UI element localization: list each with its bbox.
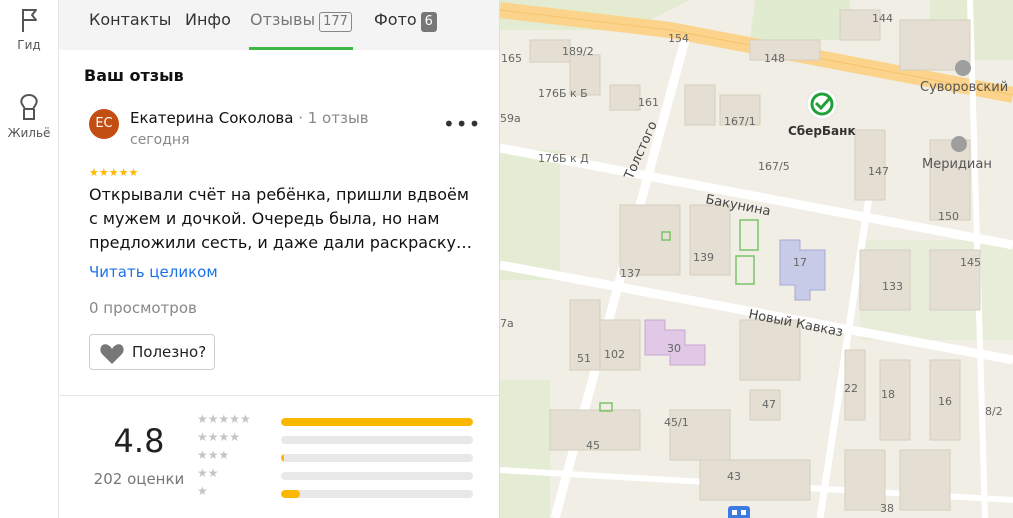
- house-number: 133: [882, 280, 903, 293]
- active-tab-indicator: [249, 47, 353, 50]
- review-author: Екатерина Соколова · 1 отзыв: [130, 109, 369, 127]
- rating-bar-fill: [281, 490, 300, 498]
- review-date: сегодня: [130, 132, 190, 148]
- read-more-link[interactable]: Читать целиком: [89, 263, 218, 281]
- house-number: 145: [960, 256, 981, 269]
- rating-bar-stars: ★★★: [197, 448, 230, 462]
- poi-label-meridian: Меридиан: [922, 157, 992, 172]
- heart-icon: [100, 344, 124, 364]
- house-number: 17: [793, 256, 807, 269]
- poi-label-sberbank: СберБанк: [788, 124, 856, 138]
- rating-count: 202 оценки: [93, 470, 185, 488]
- author-review-count: · 1 отзыв: [298, 109, 369, 127]
- house-number: 38: [880, 502, 894, 515]
- rating-bar-stars: ★★★★★: [197, 412, 251, 426]
- house-number: 43: [727, 470, 741, 483]
- rail-item-label: Жильё: [7, 126, 51, 140]
- house-number: 59а: [500, 112, 521, 125]
- house-number: 7а: [500, 317, 514, 330]
- house-number: 16: [938, 395, 952, 408]
- house-number: 176Б к Б: [538, 87, 588, 100]
- tab-label: Фото: [374, 10, 417, 29]
- rail-item-housing[interactable]: Жильё: [0, 92, 58, 140]
- tab-bar: Контакты Инфо Отзывы 177 Фото 6: [59, 0, 499, 50]
- tab-contacts[interactable]: Контакты: [89, 10, 171, 29]
- rail-item-label: Гид: [17, 38, 41, 52]
- tab-label: Отзывы: [250, 10, 316, 29]
- views-count: 0 просмотров: [89, 299, 197, 317]
- tab-photos[interactable]: Фото 6: [374, 10, 437, 32]
- house-number: 8/2: [985, 405, 1003, 418]
- tab-info[interactable]: Инфо: [185, 10, 231, 29]
- house-number: 144: [872, 12, 893, 25]
- poi-label-suvorovsky: Суворовский: [920, 80, 1008, 95]
- house-number: 161: [638, 96, 659, 109]
- review-text: Открывали счёт на ребёнка, пришли вдвоём…: [89, 185, 473, 252]
- avatar[interactable]: ЕС: [89, 109, 119, 139]
- house-number: 167/5: [758, 160, 790, 173]
- house-number: 147: [868, 165, 889, 178]
- divider: [59, 395, 499, 396]
- useful-label: Полезно?: [132, 343, 207, 361]
- org-card-panel: Контакты Инфо Отзывы 177 Фото 6 Ваш отзыв …: [59, 0, 500, 518]
- rating-bar-stars: ★★: [197, 466, 219, 480]
- flag-icon: [22, 9, 37, 32]
- map[interactable]: Толстого Бакунина Новый Кавказ 144 154 1…: [500, 0, 1013, 518]
- review-stars: ★★★★★: [89, 166, 139, 179]
- photos-count-badge: 6: [420, 12, 437, 32]
- reviews-count-badge: 177: [319, 12, 352, 32]
- house-number: 165: [501, 52, 522, 65]
- useful-button[interactable]: Полезно?: [89, 334, 215, 370]
- house-number: 139: [693, 251, 714, 264]
- house-number: 167/1: [724, 115, 756, 128]
- house-number: 176Б к Д: [538, 152, 589, 165]
- house-number: 137: [620, 267, 641, 280]
- house-number: 102: [604, 348, 625, 361]
- house-number: 30: [667, 342, 681, 355]
- house-number: 148: [764, 52, 785, 65]
- rating-bar-track: [281, 490, 473, 498]
- bus-stop-icon[interactable]: [728, 506, 750, 518]
- rating-bar-track: [281, 472, 473, 480]
- rating-bar-stars: ★: [197, 484, 208, 498]
- house-icon: [20, 93, 38, 120]
- house-number: 154: [668, 32, 689, 45]
- house-number: 47: [762, 398, 776, 411]
- house-number: 22: [844, 382, 858, 395]
- rating-bar-fill: [281, 418, 473, 426]
- rating-bar-track: [281, 418, 473, 426]
- rating-bar-track: [281, 436, 473, 444]
- house-number: 51: [577, 352, 591, 365]
- rating-bar-fill: [281, 454, 284, 462]
- section-title: Ваш отзыв: [84, 66, 184, 85]
- rating-value: 4.8: [113, 422, 165, 460]
- rating-bar-stars: ★★★★: [197, 430, 241, 444]
- house-number: 150: [938, 210, 959, 223]
- rail-item-guide[interactable]: Гид: [0, 6, 58, 52]
- rating-bar-track: [281, 454, 473, 462]
- author-name[interactable]: Екатерина Соколова: [130, 109, 293, 127]
- left-rail: Гид Жильё: [0, 0, 59, 518]
- map-canvas[interactable]: Толстого Бакунина Новый Кавказ 144 154 1…: [500, 0, 1013, 518]
- house-number: 45/1: [664, 416, 689, 429]
- tab-reviews[interactable]: Отзывы 177: [250, 10, 352, 32]
- house-number: 189/2: [562, 45, 594, 58]
- house-number: 18: [881, 388, 895, 401]
- house-number: 45: [586, 439, 600, 452]
- tab-label: Инфо: [185, 10, 231, 29]
- more-menu-icon[interactable]: •••: [443, 112, 481, 136]
- tab-label: Контакты: [89, 10, 172, 29]
